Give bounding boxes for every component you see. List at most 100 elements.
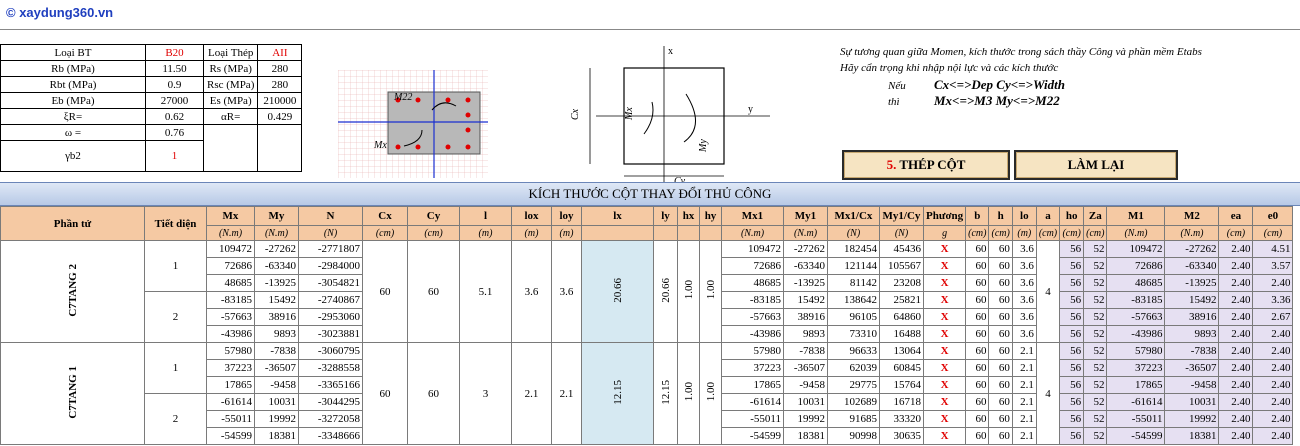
- my-value[interactable]: 38916: [254, 308, 299, 326]
- my1-cy-value: 64860: [879, 308, 924, 326]
- mx-value[interactable]: -61614: [206, 393, 255, 411]
- mx-value[interactable]: 57980: [206, 342, 255, 360]
- steel-column-button[interactable]: 5. THÉP CỘT: [842, 150, 1010, 180]
- mx-value[interactable]: -55011: [206, 410, 255, 428]
- param-label: Rs (MPa): [202, 60, 259, 77]
- mx1-cx-value: 102689: [827, 393, 880, 411]
- lo-value: 2.1: [1011, 342, 1037, 360]
- mx-value[interactable]: -43986: [206, 325, 255, 343]
- my-value[interactable]: 18381: [254, 427, 299, 445]
- param-label: ω =: [0, 124, 146, 141]
- m1-value: -57663: [1106, 308, 1166, 326]
- column-header: lox: [511, 206, 552, 226]
- ea-value: 2.40: [1218, 427, 1254, 445]
- cx-value[interactable]: 60: [362, 342, 408, 445]
- my-value[interactable]: -13925: [254, 274, 299, 292]
- b-value: 60: [965, 240, 990, 258]
- lx-value: 20.66: [611, 277, 624, 303]
- b-value: 60: [965, 342, 990, 360]
- column-header: Phần tử: [0, 206, 145, 241]
- ho-value: 56: [1059, 427, 1085, 445]
- my-value[interactable]: -36507: [254, 359, 299, 377]
- column-unit: (m): [511, 225, 552, 241]
- n-value[interactable]: -3288558: [298, 359, 363, 377]
- my-label: M22: [393, 92, 412, 103]
- m2-value: -7838: [1164, 342, 1220, 360]
- element-name-cell: C7TANG 1: [0, 342, 145, 445]
- m2-value: 9893: [1164, 325, 1220, 343]
- m2-value: 38916: [1164, 308, 1220, 326]
- n-value[interactable]: -2740867: [298, 291, 363, 309]
- h-value: 60: [988, 291, 1013, 309]
- mx1-cx-value: 29775: [827, 376, 880, 394]
- mx-value[interactable]: 72686: [206, 257, 255, 275]
- column-header: h: [988, 206, 1013, 226]
- param-value: 0.429: [257, 108, 303, 125]
- n-value[interactable]: -2771807: [298, 240, 363, 258]
- cx-value[interactable]: 60: [362, 240, 408, 343]
- cy-value[interactable]: 60: [407, 342, 460, 445]
- e0-value: 2.40: [1252, 376, 1294, 394]
- n-value[interactable]: -3023881: [298, 325, 363, 343]
- column-unit: (m): [459, 225, 512, 241]
- my-value[interactable]: -9458: [254, 376, 299, 394]
- cy-value[interactable]: 60: [407, 240, 460, 343]
- ho-value: 56: [1059, 376, 1085, 394]
- a-value[interactable]: 4: [1035, 240, 1061, 343]
- concrete-grade-value[interactable]: B20: [145, 44, 204, 61]
- reset-button[interactable]: LÀM LẠI: [1014, 150, 1178, 180]
- my1-value: -13925: [783, 274, 828, 292]
- cx-label: Cx: [570, 108, 581, 120]
- n-value[interactable]: -3348666: [298, 427, 363, 445]
- direction-mark: X: [922, 342, 967, 360]
- column-header: My1/Cy: [879, 206, 924, 226]
- column-unit: (N.m): [1164, 225, 1220, 241]
- lx-value-cell: 12.15: [581, 342, 654, 445]
- column-unit: (N): [879, 225, 924, 241]
- ho-value: 56: [1059, 240, 1085, 258]
- l-value[interactable]: 3: [459, 342, 512, 445]
- my-value[interactable]: -27262: [254, 240, 299, 258]
- table-header-row: Phần tử Tiết diện Mx My N Cx Cy l lox loy lx ly hx hy…: [0, 206, 1294, 241]
- mx-value[interactable]: -54599: [206, 427, 255, 445]
- my-value[interactable]: 10031: [254, 393, 299, 411]
- l-value[interactable]: 5.1: [459, 240, 512, 343]
- n-value[interactable]: -3044295: [298, 393, 363, 411]
- mx-value[interactable]: -57663: [206, 308, 255, 326]
- my1-cy-value: 30635: [879, 427, 924, 445]
- n-value[interactable]: -2953060: [298, 308, 363, 326]
- n-value[interactable]: -3365166: [298, 376, 363, 394]
- mx-value[interactable]: 37223: [206, 359, 255, 377]
- my-value[interactable]: -63340: [254, 257, 299, 275]
- h-value: 60: [988, 342, 1013, 360]
- n-value[interactable]: -2984000: [298, 257, 363, 275]
- n-value[interactable]: -3060795: [298, 342, 363, 360]
- element-name: C7TANG 1: [66, 365, 79, 419]
- my-value[interactable]: 19992: [254, 410, 299, 428]
- mx1-value: 48685: [721, 274, 784, 292]
- my1-value: 15492: [783, 291, 828, 309]
- mx-value[interactable]: 48685: [206, 274, 255, 292]
- mx-value[interactable]: 109472: [206, 240, 255, 258]
- my-value[interactable]: -7838: [254, 342, 299, 360]
- a-value[interactable]: 4: [1035, 342, 1061, 445]
- column-header: Cx: [362, 206, 408, 226]
- my-value[interactable]: 15492: [254, 291, 299, 309]
- gamma-b2-value[interactable]: 1: [145, 140, 204, 172]
- steel-grade-value[interactable]: AII: [257, 44, 303, 61]
- za-value: 52: [1083, 393, 1108, 411]
- ea-value: 2.40: [1218, 274, 1254, 292]
- direction-mark: X: [922, 427, 967, 445]
- mx-value[interactable]: -83185: [206, 291, 255, 309]
- mx-value[interactable]: 17865: [206, 376, 255, 394]
- m1-value: 17865: [1106, 376, 1166, 394]
- brand-logo[interactable]: © xaydung360.vn: [6, 5, 113, 20]
- e0-value: 2.40: [1252, 342, 1294, 360]
- n-value[interactable]: -3054821: [298, 274, 363, 292]
- my-value[interactable]: 9893: [254, 325, 299, 343]
- n-value[interactable]: -3272058: [298, 410, 363, 428]
- ho-value: 56: [1059, 257, 1085, 275]
- data-table: Phần tử Tiết diện Mx My N Cx Cy l lox loy lx ly hx hy…: [0, 206, 1294, 445]
- m1-value: 48685: [1106, 274, 1166, 292]
- column-unit: (cm): [965, 225, 990, 241]
